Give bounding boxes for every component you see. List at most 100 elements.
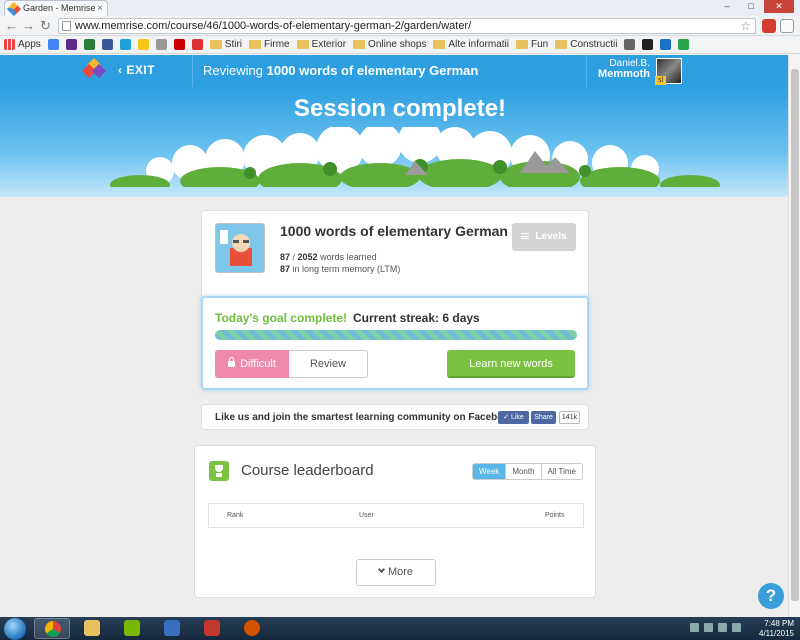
- avatar[interactable]: sl: [655, 58, 682, 85]
- yahoo-bookmark-icon[interactable]: [65, 39, 77, 50]
- goal-complete-text: Today's goal complete!: [215, 311, 347, 325]
- facebook-share-button[interactable]: Share: [531, 411, 556, 424]
- taskbar-clock[interactable]: 7:48 PM 4/11/2015: [759, 619, 794, 639]
- browser-tab[interactable]: Garden - Memrise ×: [4, 0, 108, 17]
- scrollbar-thumb[interactable]: [791, 69, 799, 601]
- taskbar-nvidia[interactable]: [114, 618, 150, 639]
- nvidia-icon: [124, 620, 140, 636]
- bookmark-site-icon[interactable]: [660, 39, 672, 50]
- imdb-bookmark-icon[interactable]: [137, 39, 149, 50]
- difficult-button[interactable]: Difficult: [215, 350, 289, 378]
- taskbar-app[interactable]: [194, 618, 230, 639]
- browser-titlebar: Garden - Memrise × – □ ✕: [0, 0, 800, 17]
- learn-new-words-button[interactable]: Learn new words: [447, 350, 575, 378]
- windows-start-icon[interactable]: [4, 618, 26, 640]
- facebook-bookmark-icon[interactable]: [101, 39, 113, 50]
- folder-icon: [353, 40, 366, 49]
- bookmark-folder-online-shops[interactable]: Online shops: [353, 39, 426, 50]
- memrise-logo-icon[interactable]: [81, 57, 107, 80]
- session-complete-title: Session complete!: [293, 95, 507, 122]
- apps-grid-icon: [4, 39, 15, 50]
- menu-icon[interactable]: [780, 19, 794, 33]
- course-title[interactable]: 1000 words of elementary German: [280, 223, 508, 239]
- tray-icon[interactable]: [690, 623, 699, 632]
- network-icon[interactable]: [718, 623, 727, 632]
- facebook-promo-text: Like us and join the smartest learning c…: [215, 412, 519, 423]
- taskbar-app[interactable]: [154, 618, 190, 639]
- tab-week[interactable]: Week: [473, 464, 506, 479]
- google-bookmark-icon[interactable]: [47, 39, 59, 50]
- memrise-favicon-icon: [6, 1, 22, 17]
- adblock-extension-icon[interactable]: [762, 19, 776, 33]
- forward-icon[interactable]: →: [22, 18, 35, 33]
- levels-button[interactable]: Levels: [512, 223, 576, 251]
- goal-progress-bar: [215, 330, 577, 340]
- column-header-points: Points: [545, 512, 565, 519]
- system-tray: [690, 623, 741, 632]
- leaderboard-title: Course leaderboard: [241, 462, 374, 479]
- taskbar-chrome[interactable]: [34, 618, 70, 639]
- menu-icon: [521, 233, 530, 239]
- bookmark-site-icon[interactable]: [119, 39, 131, 50]
- review-button[interactable]: Review: [289, 350, 368, 378]
- page-scrollbar[interactable]: [788, 55, 800, 617]
- volume-icon[interactable]: [732, 623, 741, 632]
- back-icon[interactable]: ←: [5, 18, 18, 33]
- app-icon: [204, 620, 220, 636]
- course-image[interactable]: [215, 223, 265, 273]
- tab-all-time[interactable]: All Time: [540, 464, 582, 479]
- folder-icon: [296, 40, 309, 49]
- bookmark-apps[interactable]: Apps: [4, 39, 41, 50]
- bookmark-folder-firme[interactable]: Firme: [249, 39, 290, 50]
- column-header-rank: Rank: [227, 512, 244, 519]
- chevron-down-icon: [377, 565, 386, 574]
- leaderboard-period-tabs: Week Month All Time: [472, 463, 583, 480]
- header-divider: [192, 55, 193, 87]
- folder-icon: [84, 620, 100, 636]
- maximize-button[interactable]: □: [740, 0, 762, 13]
- windows-taskbar: 7:48 PM 4/11/2015: [0, 617, 800, 640]
- course-stats: 87 / 2052 words learned 87 in long term …: [280, 252, 401, 274]
- tray-icon[interactable]: [704, 623, 713, 632]
- help-icon[interactable]: ?: [758, 583, 784, 609]
- bookmark-site-icon[interactable]: [155, 39, 167, 50]
- bookmark-folder-alte-informatii[interactable]: Alte informatii: [433, 39, 509, 50]
- app-icon: [244, 620, 260, 636]
- chrome-icon: [45, 621, 61, 637]
- bookmark-folder-fun[interactable]: Fun: [516, 39, 548, 50]
- streak-text: Current streak: 6 days: [353, 311, 480, 325]
- bookmark-site-icon[interactable]: [678, 39, 690, 50]
- tab-close-icon[interactable]: ×: [97, 1, 103, 16]
- bookmark-folder-constructii[interactable]: Constructii: [555, 39, 617, 50]
- tab-month[interactable]: Month: [505, 464, 541, 479]
- more-button[interactable]: More: [356, 559, 436, 586]
- folder-icon: [555, 40, 568, 49]
- bookmark-folder-stiri[interactable]: Stiri: [209, 39, 242, 50]
- window-controls: – □ ✕: [716, 0, 794, 14]
- header-divider: [586, 55, 587, 87]
- bookmark-star-icon[interactable]: ☆: [740, 19, 751, 33]
- window-close-button[interactable]: ✕: [764, 0, 794, 13]
- folder-icon: [209, 40, 222, 49]
- minimize-button[interactable]: –: [716, 0, 738, 13]
- reload-icon[interactable]: ↻: [40, 18, 51, 34]
- taskbar-explorer[interactable]: [74, 618, 110, 639]
- daily-goal-card: Today's goal complete! Current streak: 6…: [201, 296, 589, 390]
- bookmark-site-icon[interactable]: [83, 39, 95, 50]
- facebook-like-button[interactable]: ✓ Like: [498, 411, 529, 424]
- folder-icon: [433, 40, 446, 49]
- bookmark-site-icon[interactable]: [191, 39, 203, 50]
- bookmark-site-icon[interactable]: [642, 39, 654, 50]
- bookmark-site-icon[interactable]: [624, 39, 636, 50]
- folder-icon: [516, 40, 528, 49]
- clock-date: 4/11/2015: [759, 629, 794, 638]
- bookmark-site-icon[interactable]: [173, 39, 185, 50]
- bookmark-folder-exterior[interactable]: Exterior: [296, 39, 346, 50]
- exit-button[interactable]: ‹ EXIT: [118, 63, 155, 77]
- column-header-user: User: [359, 512, 374, 519]
- user-info[interactable]: Daniel.B. Memmoth: [598, 58, 650, 80]
- address-bar[interactable]: www.memrise.com/course/46/1000-words-of-…: [58, 18, 756, 34]
- course-card: 1000 words of elementary German 87 / 205…: [201, 210, 589, 298]
- facebook-promo: Like us and join the smartest learning c…: [201, 404, 589, 430]
- taskbar-app[interactable]: [234, 618, 270, 639]
